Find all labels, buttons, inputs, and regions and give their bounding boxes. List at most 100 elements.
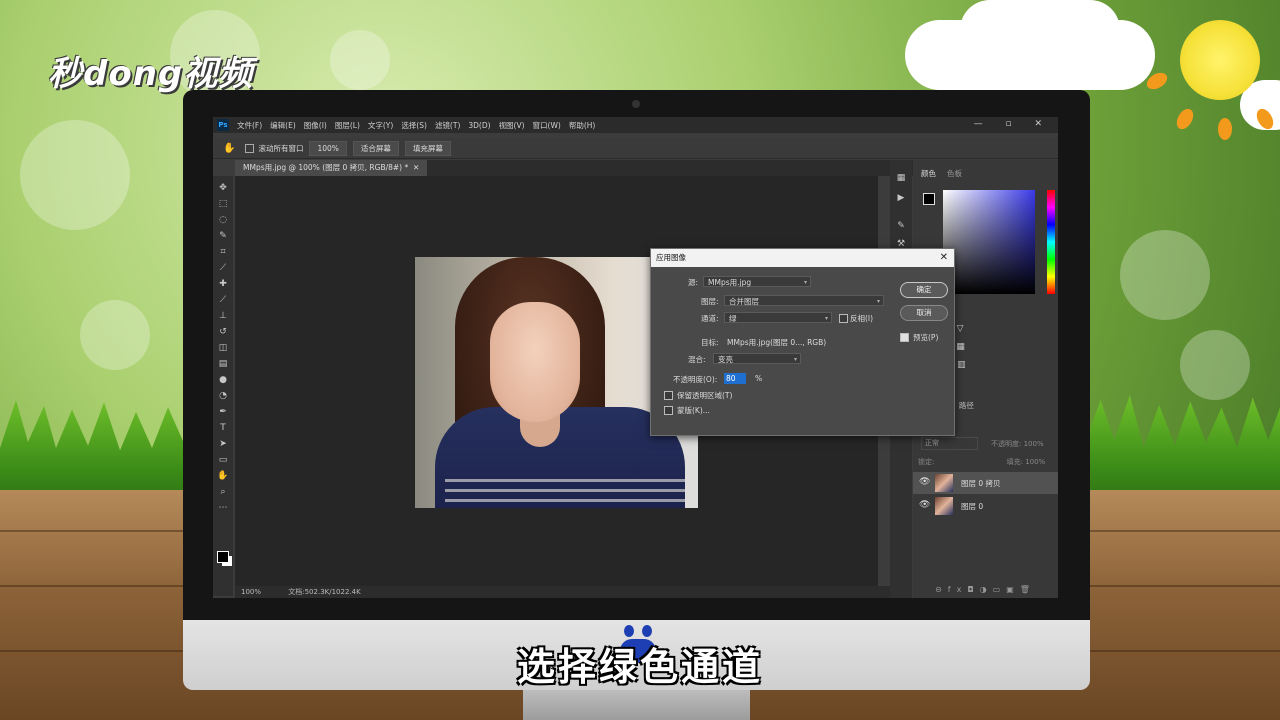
fit-screen-button[interactable]: 适合屏幕 [352,140,399,156]
layer-name: 图层 0 拷贝 [961,479,1001,488]
ok-button[interactable]: 确定 [900,282,948,298]
bokeh-light [20,120,130,230]
blur-tool-icon[interactable]: ● [217,374,229,386]
layers-footer-icons[interactable]: ⊝fx◘◑▭▣🗑 [913,585,1058,597]
quick-select-tool-icon[interactable]: ✎ [217,230,229,242]
menu-3d[interactable]: 3D(D) [468,121,490,130]
fill-screen-button[interactable]: 填充屏幕 [404,140,451,156]
gradient-tool-icon[interactable]: ▤ [217,358,229,370]
mask-checkbox[interactable] [664,406,673,415]
more-tools-icon[interactable]: ⋯ [217,502,229,514]
menu-view[interactable]: 视图(V) [499,120,525,131]
eye-icon[interactable]: 👁 [919,500,930,510]
menu-layer[interactable]: 图层(L) [335,120,360,131]
menu-window[interactable]: 窗口(W) [533,120,561,131]
brush-tool-icon[interactable]: ⟋ [217,294,229,306]
layer-thumbnail [935,474,953,492]
menu-select[interactable]: 选择(S) [401,120,427,131]
layer-thumbnail [935,497,953,515]
tab-swatches[interactable]: 色板 [947,168,962,179]
channel-select[interactable]: 绿 ▾ [724,312,832,323]
marquee-tool-icon[interactable]: ⬚ [217,198,229,210]
menu-bar: Ps 文件(F) 编辑(E) 图像(I) 图层(L) 文字(Y) 选择(S) 滤… [213,117,1058,133]
menu-edit[interactable]: 编辑(E) [270,120,296,131]
target-value: MMps用.jpg(图层 0..., RGB) [727,338,827,347]
layer-row[interactable]: 👁 图层 0 [913,495,1058,517]
cloud [960,0,1120,60]
shape-tool-icon[interactable]: ▭ [217,454,229,466]
photoshop-icon[interactable]: Ps [217,119,229,131]
hue-slider[interactable] [1047,190,1055,294]
document-tab[interactable]: MMps用.jpg @ 100% (图层 0 拷贝, RGB/8#) * ✕ [235,160,428,176]
zoom-tool-icon[interactable]: ⌕ [217,486,229,498]
blending-label: 混合: [688,355,706,364]
crop-tool-icon[interactable]: ⌗ [217,246,229,258]
chevron-down-icon: ▾ [824,315,828,322]
opacity-value[interactable]: 100% [1024,440,1044,448]
sun-ray [1218,118,1232,140]
dodge-tool-icon[interactable]: ◔ [217,390,229,402]
source-select[interactable]: MMps用.jpg ▾ [703,276,811,287]
menu-image[interactable]: 图像(I) [304,120,327,131]
color-picker-field[interactable] [943,190,1035,294]
eye-icon[interactable]: 👁 [919,477,930,487]
layer-name: 图层 0 [961,502,984,511]
photoshop-window: Ps 文件(F) 编辑(E) 图像(I) 图层(L) 文字(Y) 选择(S) 滤… [213,117,1058,598]
preserve-transparency-checkbox[interactable] [664,391,673,400]
zoom-level[interactable]: 100% [241,588,261,596]
menu-filter[interactable]: 滤镜(T) [435,120,460,131]
bokeh-light [80,300,150,370]
scroll-all-label: 滚动所有窗口 [258,143,304,153]
status-bar: 100% 文档:502.3K/1022.4K [235,586,890,598]
brush-settings-icon[interactable]: ✎ [895,220,907,232]
source-label: 源: [688,278,699,287]
layer-select[interactable]: 合并图层 ▾ [724,295,884,306]
percent-label: % [755,374,763,383]
menu-file[interactable]: 文件(F) [237,120,262,131]
menu-type[interactable]: 文字(Y) [368,120,393,131]
doc-size[interactable]: 文档:502.3K/1022.4K [288,588,360,596]
actions-icon[interactable]: ▶ [895,192,907,204]
preview-checkbox[interactable] [900,333,909,342]
blending-select[interactable]: 变亮 ▾ [713,353,801,364]
opacity-input[interactable]: 80 [724,373,746,384]
healing-tool-icon[interactable]: ✚ [217,278,229,290]
cancel-button[interactable]: 取消 [900,305,948,321]
hand-tool-icon[interactable]: ✋ [223,143,235,154]
close-icon[interactable]: ✕ [940,249,948,267]
window-controls[interactable]: — ▫ ✕ [974,119,1052,129]
layer-row[interactable]: 👁 图层 0 拷贝 [913,472,1058,494]
tab-paths[interactable]: 路径 [959,401,974,410]
bokeh-light [1180,330,1250,400]
site-logo: 秒dong视频 [48,54,254,94]
path-select-tool-icon[interactable]: ➤ [217,438,229,450]
history-brush-tool-icon[interactable]: ↺ [217,326,229,338]
mask-label: 蒙版(K)... [677,406,710,415]
hand-tool-icon[interactable]: ✋ [217,470,229,482]
tab-color[interactable]: 颜色 [921,168,936,179]
chevron-down-icon: ▾ [793,356,797,363]
lasso-tool-icon[interactable]: ◌ [217,214,229,226]
foreground-swatch[interactable] [923,193,935,205]
scroll-all-checkbox[interactable] [245,143,255,153]
menu-help[interactable]: 帮助(H) [569,120,596,131]
eyedropper-tool-icon[interactable]: ⟋ [217,262,229,274]
move-tool-icon[interactable]: ✥ [217,182,229,194]
chevron-down-icon: ▾ [876,298,880,305]
invert-label: 反相(I) [850,314,874,323]
type-tool-icon[interactable]: T [217,422,229,434]
tools-panel: ✥ ⬚ ◌ ✎ ⌗ ⟋ ✚ ⟋ ⊥ ↺ ◫ ▤ ● ◔ ✒ T ➤ ▭ ✋ ⌕ … [213,176,233,596]
camera-icon [632,100,640,108]
history-icon[interactable]: ▦ [895,172,907,184]
foreground-color-swatch[interactable] [217,551,229,563]
stamp-tool-icon[interactable]: ⊥ [217,310,229,322]
zoom-100-button[interactable]: 100% [309,140,347,156]
fill-value[interactable]: 100% [1025,458,1045,466]
fill-label: 填充: [1006,458,1023,466]
eraser-tool-icon[interactable]: ◫ [217,342,229,354]
blend-mode-select[interactable]: 正常 [921,437,978,450]
opacity-label: 不透明度(O): [673,375,718,384]
invert-checkbox[interactable] [839,314,848,323]
dialog-title-bar[interactable]: 应用图像 ✕ [651,249,954,267]
pen-tool-icon[interactable]: ✒ [217,406,229,418]
